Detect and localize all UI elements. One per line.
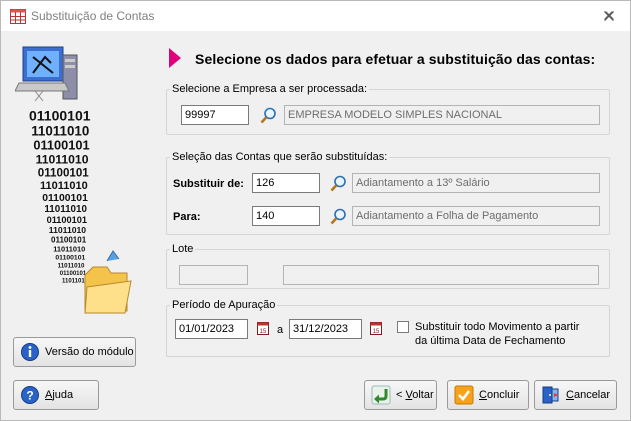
binary-row: 01100101 <box>60 271 87 277</box>
versao-label: Versão do módulo <box>45 346 134 358</box>
spreadsheet-icon <box>10 9 26 24</box>
empresa-legend: Selecione a Empresa a ser processada: <box>172 83 368 95</box>
window-title: Substituição de Contas <box>31 9 155 23</box>
page-title: Selecione os dados para efetuar a substi… <box>195 51 596 67</box>
calendar-icon[interactable]: 15 <box>370 321 382 335</box>
exit-door-icon <box>542 386 559 404</box>
binary-row: 11011010 <box>44 204 87 215</box>
ajuda-button[interactable]: ? Ajuda <box>13 380 99 410</box>
empresa-code-input[interactable] <box>181 105 249 125</box>
contas-legend: Seleção das Contas que serão substituída… <box>172 151 388 163</box>
back-arrow-icon <box>371 385 391 405</box>
search-icon[interactable] <box>330 175 347 192</box>
lote-legend: Lote <box>172 243 194 255</box>
binary-row: 01100101 <box>51 236 87 245</box>
info-icon <box>21 343 39 361</box>
svg-text:?: ? <box>26 389 33 403</box>
computer-icon <box>15 46 78 102</box>
search-icon[interactable] <box>330 208 347 225</box>
calendar-icon[interactable]: 15 <box>257 321 269 335</box>
binary-row: 01100101 <box>42 193 88 204</box>
substituir-movimento-checkbox[interactable] <box>397 321 409 333</box>
binary-computer-illustration: 0110010111011010011001011101101001100101… <box>15 46 132 314</box>
substituir-desc-field: Adiantamento a 13º Salário <box>352 173 600 193</box>
ajuda-label: Ajuda <box>45 389 74 401</box>
lote-field-1 <box>179 265 248 285</box>
binary-text: 0110010111011010011001011101101001100101… <box>29 108 91 285</box>
para-label: Para: <box>173 211 201 223</box>
svg-text:15: 15 <box>373 329 380 335</box>
periodo-end-input[interactable] <box>289 319 362 339</box>
check-icon <box>454 385 474 405</box>
binary-row: 11011010 <box>58 262 85 269</box>
periodo-start-input[interactable] <box>175 319 248 339</box>
title-bar: Substituição de Contas <box>1 1 630 31</box>
binary-row: 01100101 <box>55 255 85 262</box>
binary-row: 11011010 <box>36 152 89 166</box>
concluir-button[interactable]: Concluir <box>447 380 529 410</box>
cancelar-label: Cancelar <box>566 389 611 401</box>
binary-row: 01100101 <box>33 138 89 153</box>
binary-row: 01100101 <box>38 167 89 180</box>
para-code-input[interactable] <box>252 206 320 226</box>
binary-row: 11011010 <box>49 225 87 235</box>
binary-row: 01100101 <box>47 215 87 225</box>
checkbox-label-line1: Substituir todo Movimento a partir <box>415 321 580 333</box>
substituir-label: Substituir de: <box>173 178 244 190</box>
pointer-icon <box>169 48 181 68</box>
versao-modulo-button[interactable]: Versão do módulo <box>13 337 136 367</box>
substituir-code-input[interactable] <box>252 173 320 193</box>
lote-field-2 <box>283 265 599 285</box>
checkbox-label-line2: da última Data de Fechamento <box>415 335 566 347</box>
cancelar-button[interactable]: Cancelar <box>534 380 617 410</box>
para-desc-field: Adiantamento a Folha de Pagamento <box>352 206 600 226</box>
voltar-label: < Voltar <box>396 389 434 401</box>
svg-text:15: 15 <box>260 329 267 335</box>
concluir-label: Concluir <box>479 389 520 401</box>
binary-row: 11011010 <box>40 180 88 192</box>
periodo-legend: Período de Apuração <box>172 299 276 311</box>
help-icon: ? <box>21 386 39 404</box>
empresa-name-field: EMPRESA MODELO SIMPLES NACIONAL <box>284 105 600 125</box>
voltar-button[interactable]: < Voltar <box>364 380 437 410</box>
binary-row: 11011010 <box>31 123 89 138</box>
close-icon[interactable] <box>597 6 621 26</box>
search-icon[interactable] <box>260 107 277 124</box>
dialog-window: Substituição de Contas 01100101 11011010 0… <box>0 0 631 421</box>
periodo-separator: a <box>277 324 284 336</box>
binary-row: 11011010 <box>53 244 85 253</box>
binary-row: 01100101 <box>29 108 91 124</box>
folder-icon <box>84 250 132 314</box>
